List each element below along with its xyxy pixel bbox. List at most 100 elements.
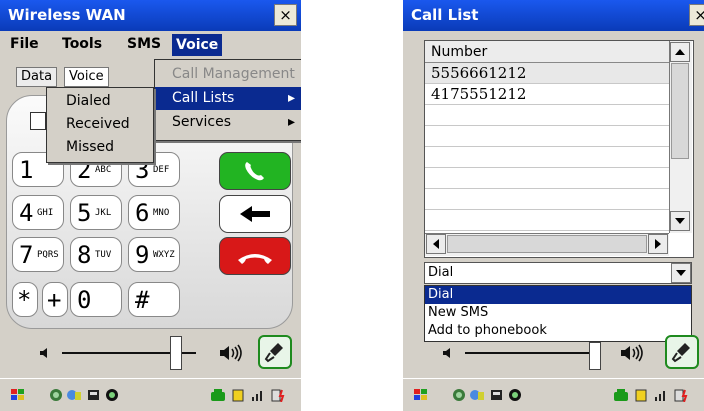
- arrow-left-icon: [433, 239, 439, 249]
- menu-item-services-label: Services: [172, 114, 232, 130]
- chevron-right-icon: ▸: [287, 114, 295, 130]
- menu-tools[interactable]: Tools: [58, 36, 106, 52]
- dialpad-key-8[interactable]: 8 TUV: [70, 237, 122, 272]
- power-icon[interactable]: [270, 388, 286, 402]
- phone-icon: [245, 162, 264, 181]
- microphone-icon: [264, 343, 283, 363]
- start-flag-icon[interactable]: [413, 388, 429, 402]
- scroll-up-button[interactable]: [670, 42, 690, 62]
- action-option-add-to-phonebook[interactable]: Add to phonebook: [428, 322, 547, 340]
- globe-icon[interactable]: [104, 388, 120, 402]
- card-icon[interactable]: [86, 388, 102, 402]
- window-title: Wireless WAN: [8, 6, 126, 24]
- dialpad-key-9[interactable]: 9 WXYZ: [128, 237, 180, 272]
- globe-icon[interactable]: [507, 388, 523, 402]
- table-row[interactable]: [425, 147, 669, 168]
- phone-status-icon[interactable]: [210, 388, 226, 402]
- arrow-up-icon: [675, 49, 685, 55]
- call-list-view: Number 5556661212 4175551212: [424, 40, 694, 258]
- close-button[interactable]: ×: [689, 4, 704, 26]
- close-button[interactable]: ×: [274, 4, 297, 26]
- table-row[interactable]: 5556661212: [425, 63, 669, 84]
- dialpad-key-0[interactable]: 0: [70, 282, 122, 317]
- taskbar: [403, 378, 704, 411]
- key-letters: JKL: [95, 208, 112, 218]
- scroll-down-button[interactable]: [670, 211, 690, 231]
- combobox-dropdown-button[interactable]: [671, 263, 691, 283]
- menu-sms[interactable]: SMS: [123, 36, 165, 52]
- key-letters: ABC: [95, 165, 112, 175]
- key-letters: MNO: [153, 208, 170, 218]
- scroll-thumb[interactable]: [671, 63, 689, 159]
- signal-strength-icon[interactable]: [653, 388, 669, 402]
- action-options-list: Dial New SMS Add to phonebook: [424, 285, 692, 342]
- menu-item-received[interactable]: Received: [66, 113, 130, 136]
- key-digit: #: [135, 286, 150, 314]
- sync-icon[interactable]: [469, 388, 485, 402]
- menu-item-services[interactable]: Services ▸: [172, 111, 301, 134]
- hangup-button[interactable]: [219, 237, 291, 275]
- tab-voice[interactable]: Voice: [64, 67, 109, 87]
- backspace-button[interactable]: [219, 195, 291, 233]
- key-letters: GHI: [37, 208, 54, 218]
- battery-tray-icon[interactable]: [230, 388, 246, 402]
- volume-slider-track[interactable]: [465, 352, 591, 354]
- dialpad-key-4[interactable]: 4 GHI: [12, 195, 64, 230]
- key-digit: +: [47, 286, 62, 314]
- table-row[interactable]: [425, 210, 669, 231]
- sync-icon[interactable]: [66, 388, 82, 402]
- key-digit: 8: [77, 241, 92, 269]
- arrow-down-icon: [675, 218, 685, 224]
- scroll-left-button[interactable]: [426, 234, 446, 254]
- menu-bar: File Tools SMS Voice: [0, 31, 301, 59]
- table-row[interactable]: 4175551212: [425, 84, 669, 105]
- call-button[interactable]: [219, 152, 291, 190]
- network-globe-icon[interactable]: [451, 388, 467, 402]
- menu-item-call-lists[interactable]: Call Lists ▸: [155, 87, 301, 110]
- tab-data[interactable]: Data: [16, 67, 58, 87]
- menu-item-dialed[interactable]: Dialed: [66, 90, 111, 113]
- table-row[interactable]: [425, 189, 669, 210]
- dialpad-key-7[interactable]: 7 PQRS: [12, 237, 64, 272]
- start-flag-icon[interactable]: [10, 388, 26, 402]
- table-row[interactable]: [425, 168, 669, 189]
- scroll-right-button[interactable]: [648, 234, 668, 254]
- menu-item-missed[interactable]: Missed: [66, 136, 114, 159]
- menu-item-call-management[interactable]: Call Management: [172, 63, 295, 86]
- action-option-dial[interactable]: Dial: [425, 286, 691, 304]
- menu-file[interactable]: File: [6, 36, 43, 52]
- action-combobox[interactable]: Dial: [424, 262, 692, 284]
- key-letters: TUV: [95, 250, 112, 260]
- title-bar: Wireless WAN ×: [0, 0, 301, 31]
- dialpad-key-5[interactable]: 5 JKL: [70, 195, 122, 230]
- microphone-button[interactable]: [665, 335, 699, 369]
- number-input[interactable]: [30, 112, 46, 130]
- card-icon[interactable]: [489, 388, 505, 402]
- chevron-right-icon: ▸: [287, 90, 295, 106]
- speaker-high-icon: [220, 344, 242, 362]
- column-header-number[interactable]: Number: [425, 41, 669, 63]
- key-letters: WXYZ: [153, 250, 175, 260]
- action-selected-value: Dial: [428, 265, 454, 280]
- horizontal-scroll-thumb[interactable]: [447, 235, 647, 253]
- dialpad-key-plus[interactable]: +: [42, 282, 68, 317]
- volume-slider-thumb[interactable]: [169, 336, 182, 370]
- key-digit: 7: [19, 241, 34, 269]
- microphone-button[interactable]: [258, 335, 292, 369]
- menu-voice[interactable]: Voice: [172, 34, 223, 56]
- battery-tray-icon[interactable]: [633, 388, 649, 402]
- dialpad-key-6[interactable]: 6 MNO: [128, 195, 180, 230]
- window-title: Call List: [411, 6, 479, 24]
- table-row[interactable]: [425, 126, 669, 147]
- table-row[interactable]: [425, 105, 669, 126]
- network-globe-icon[interactable]: [48, 388, 64, 402]
- action-option-new-sms[interactable]: New SMS: [428, 304, 488, 322]
- volume-slider-thumb[interactable]: [589, 342, 601, 370]
- phone-status-icon[interactable]: [613, 388, 629, 402]
- dialpad-key-star[interactable]: *: [12, 282, 38, 317]
- voice-menu: Call Management Call Lists ▸ Services ▸: [154, 59, 301, 141]
- dialpad-key-hash[interactable]: #: [128, 282, 180, 317]
- key-digit: *: [17, 286, 32, 314]
- power-icon[interactable]: [673, 388, 689, 402]
- signal-strength-icon[interactable]: [250, 388, 266, 402]
